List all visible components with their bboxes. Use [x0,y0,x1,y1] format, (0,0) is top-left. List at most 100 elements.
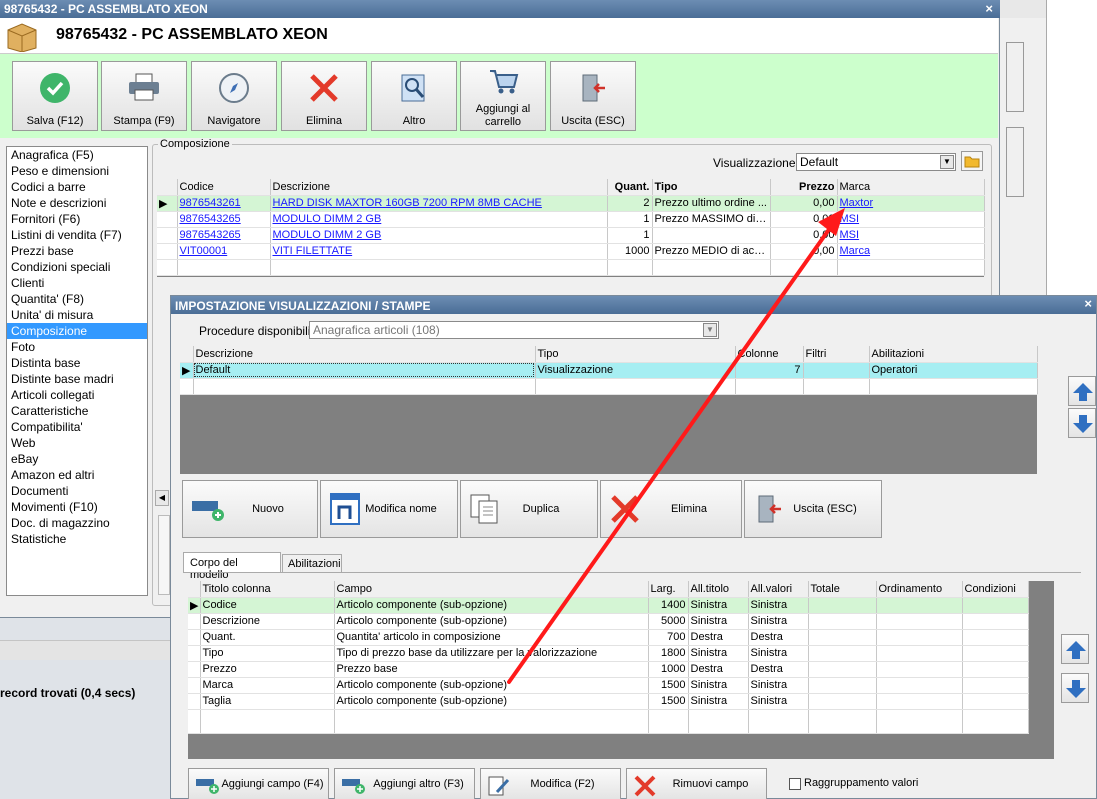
nav-item-foto[interactable]: Foto [7,339,147,355]
cell-code[interactable]: 9876543265 [177,211,271,228]
column-header[interactable]: Larg. [648,581,689,598]
nav-item-distinta-base[interactable]: Distinta base [7,355,147,371]
table-row[interactable]: ▶ Codice Articolo componente (sub-opzione)… [188,597,1029,614]
nav-item-composizione[interactable]: Composizione [7,323,147,339]
edit-field-button[interactable]: Modifica (F2) [480,768,621,799]
column-header[interactable]: Prezzo [770,179,838,196]
column-header[interactable]: Ordinamento [876,581,963,598]
table-row[interactable]: Prezzo Prezzo base 1000 Destra Destra [188,661,1029,678]
cell-description[interactable]: MODULO DIMM 2 GB [270,227,608,244]
cell-column-title[interactable]: Descrizione [200,613,335,630]
cell-code[interactable]: 9876543261 [177,195,271,212]
save-button[interactable]: Salva (F12) [12,61,98,131]
table-row[interactable]: 9876543265 MODULO DIMM 2 GB 1 0,00 MSI [157,227,985,244]
nav-item-listini-di-vendita-f7[interactable]: Listini di vendita (F7) [7,227,147,243]
column-header[interactable]: All.valori [748,581,809,598]
procedure-select[interactable]: Anagrafica articoli (108) ▼ [309,321,719,339]
field-down-button[interactable] [1061,673,1089,703]
column-header[interactable]: Abilitazioni [869,346,1038,363]
table-row[interactable]: Descrizione Articolo componente (sub-opzi… [188,613,1029,630]
table-row[interactable]: ▶ Default Visualizzazione 7 Operatori [180,362,1038,379]
nav-item-anagrafica-f5[interactable]: Anagrafica (F5) [7,147,147,163]
nav-item-peso-e-dimensioni[interactable]: Peso e dimensioni [7,163,147,179]
cell-field[interactable]: Tipo di prezzo base da utilizzare per la… [334,645,649,662]
column-header[interactable]: Titolo colonna [200,581,335,598]
nav-item-articoli-collegati[interactable]: Articoli collegati [7,387,147,403]
nav-item-codici-a-barre[interactable]: Codici a barre [7,179,147,195]
table-row[interactable]: Marca Articolo componente (sub-opzione) 15… [188,677,1029,694]
column-header[interactable]: Descrizione [270,179,608,196]
column-header[interactable]: Quant. [607,179,653,196]
delete-button[interactable]: Elimina [281,61,367,131]
nav-item-web[interactable]: Web [7,435,147,451]
cell-brand[interactable]: Marca [837,243,985,260]
nav-item-amazon-ed-altri[interactable]: Amazon ed altri [7,467,147,483]
add-to-cart-button[interactable]: Aggiungi al carrello [460,61,546,131]
column-header[interactable]: Colonne [735,346,804,363]
nav-item-prezzi-base[interactable]: Prezzi base [7,243,147,259]
nav-item-quantita-f8[interactable]: Quantita' (F8) [7,291,147,307]
table-row[interactable]: Quant. Quantita' articolo in composizione… [188,629,1029,646]
folder-button[interactable] [961,151,983,171]
cell-column-title[interactable]: Tipo [200,645,335,662]
cell-description[interactable]: VITI FILETTATE [270,243,608,260]
exit-button[interactable]: Uscita (ESC) [550,61,636,131]
move-up-button[interactable] [1068,376,1096,406]
nav-item-caratteristiche[interactable]: Caratteristiche [7,403,147,419]
scroll-left-icon[interactable]: ◀ [155,490,169,506]
nav-item-doc-di-magazzino[interactable]: Doc. di magazzino [7,515,147,531]
column-header[interactable]: Codice [177,179,271,196]
cell-field[interactable]: Articolo componente (sub-opzione) [334,613,649,630]
cell-description[interactable]: HARD DISK MAXTOR 160GB 7200 RPM 8MB CACH… [270,195,608,212]
nav-item-distinte-base-madri[interactable]: Distinte base madri [7,371,147,387]
table-row[interactable]: Tipo Tipo di prezzo base da utilizzare pe… [188,645,1029,662]
print-button[interactable]: Stampa (F9) [101,61,187,131]
column-header[interactable]: Marca [837,179,985,196]
nav-item-documenti[interactable]: Documenti [7,483,147,499]
cell-brand[interactable]: MSI [837,211,985,228]
cell-field[interactable]: Articolo componente (sub-opzione) [334,677,649,694]
dialog-exit-button[interactable]: Uscita (ESC) [744,480,882,538]
add-field-button[interactable]: Aggiungi campo (F4) [188,768,329,799]
dialog-close-icon[interactable]: × [1084,296,1092,311]
column-header[interactable]: Filtri [803,346,870,363]
navigator-button[interactable]: Navigatore [191,61,277,131]
cell-code[interactable]: VIT00001 [177,243,271,260]
nav-item-compatibilita[interactable]: Compatibilita' [7,419,147,435]
cell-field[interactable]: Prezzo base [334,661,649,678]
nav-item-note-e-descrizioni[interactable]: Note e descrizioni [7,195,147,211]
background-scrollbar[interactable] [1006,42,1024,112]
duplicate-button[interactable]: Duplica [460,480,598,538]
table-row[interactable]: Taglia Articolo componente (sub-opzione) 1… [188,693,1029,710]
nav-item-movimenti-f10[interactable]: Movimenti (F10) [7,499,147,515]
cell-field[interactable]: Quantita' articolo in composizione [334,629,649,646]
close-icon[interactable]: × [985,1,993,16]
table-row[interactable]: 9876543265 MODULO DIMM 2 GB 1 Prezzo MASSIM… [157,211,985,228]
table-row[interactable]: VIT00001 VITI FILETTATE 1000 Prezzo MEDIO d… [157,243,985,260]
column-header[interactable]: Campo [334,581,649,598]
rename-button[interactable]: Modifica nome [320,480,458,538]
cell-brand[interactable]: MSI [837,227,985,244]
field-up-button[interactable] [1061,634,1089,664]
move-down-button[interactable] [1068,408,1096,438]
cell-description[interactable]: Default [193,362,536,379]
remove-field-button[interactable]: Rimuovi campo [626,768,767,799]
cell-brand[interactable]: Maxtor [837,195,985,212]
column-header[interactable]: Condizioni [962,581,1029,598]
view-select[interactable]: Default ▼ [796,153,956,171]
group-values-checkbox[interactable] [789,778,801,790]
nav-item-clienti[interactable]: Clienti [7,275,147,291]
nav-item-ebay[interactable]: eBay [7,451,147,467]
add-other-button[interactable]: Aggiungi altro (F3) [334,768,475,799]
cell-field[interactable]: Articolo componente (sub-opzione) [334,693,649,710]
cell-column-title[interactable]: Marca [200,677,335,694]
nav-item-condizioni-speciali[interactable]: Condizioni speciali [7,259,147,275]
nav-item-statistiche[interactable]: Statistiche [7,531,147,547]
cell-field[interactable]: Articolo componente (sub-opzione) [334,597,649,614]
other-button[interactable]: Altro [371,61,457,131]
column-header[interactable]: Tipo [652,179,771,196]
cell-column-title[interactable]: Quant. [200,629,335,646]
column-header[interactable]: Descrizione [193,346,536,363]
delete-view-button[interactable]: Elimina [600,480,742,538]
tab-permissions[interactable]: Abilitazioni [282,554,342,572]
